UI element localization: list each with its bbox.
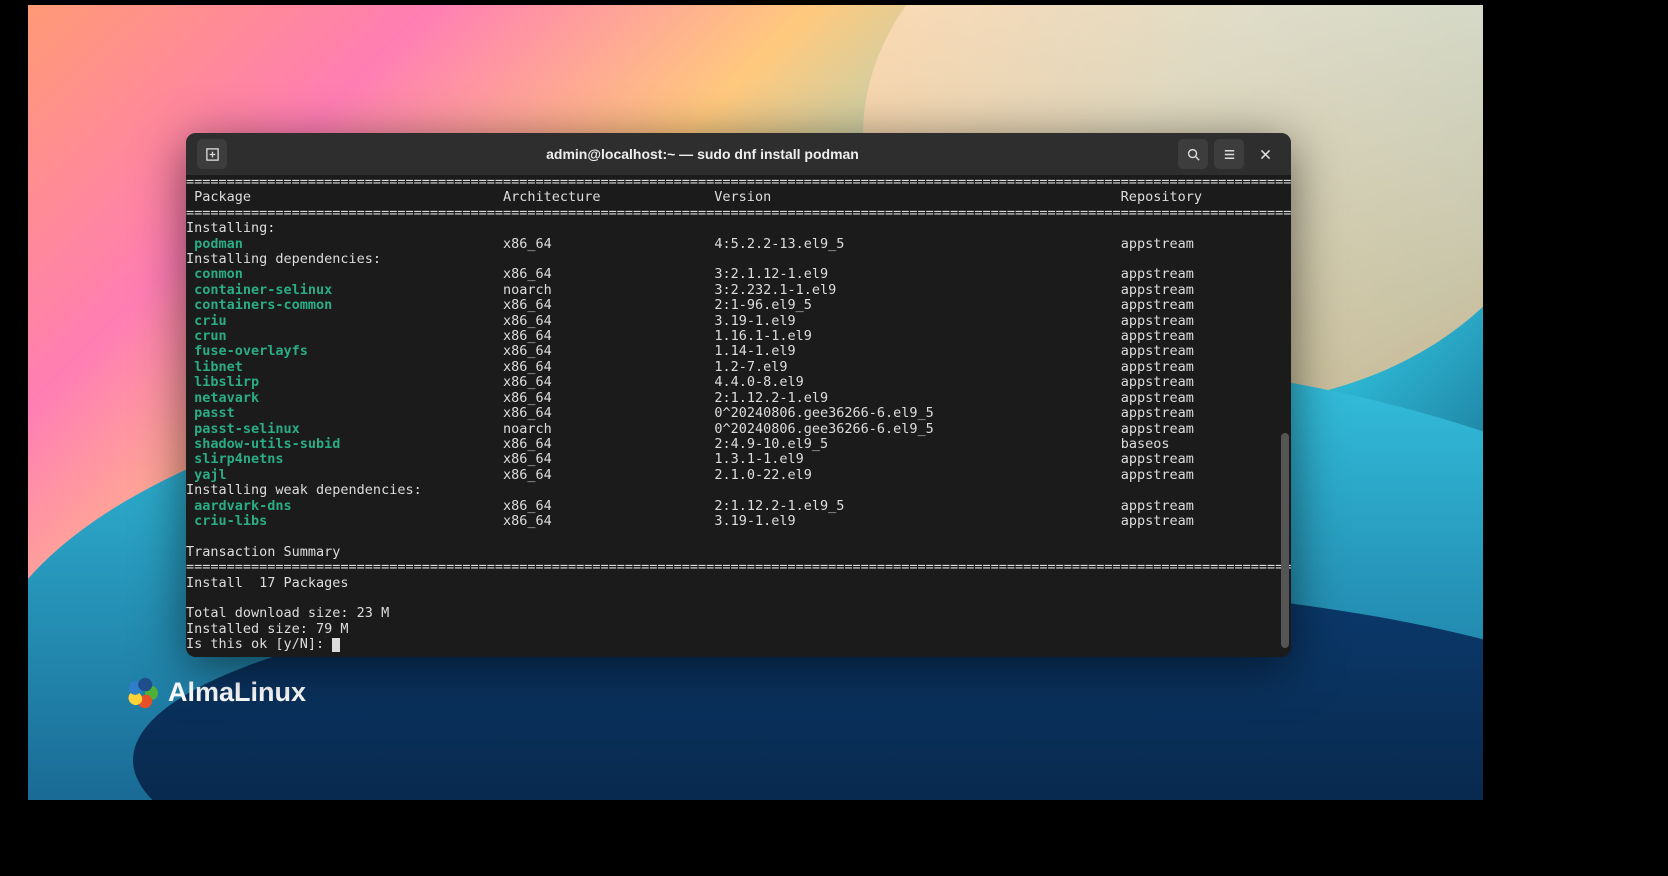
distro-logo: AlmaLinux [128, 677, 306, 708]
window-title: admin@localhost:~ — sudo dnf install pod… [230, 146, 1175, 162]
titlebar: admin@localhost:~ — sudo dnf install pod… [186, 133, 1291, 175]
terminal-cursor [332, 638, 340, 652]
desktop-background: AlmaLinux admin@localhost:~ — sudo dnf i… [28, 5, 1483, 800]
scrollbar-thumb[interactable] [1281, 433, 1289, 648]
search-icon [1186, 147, 1201, 162]
close-icon [1259, 148, 1272, 161]
menu-button[interactable] [1214, 139, 1244, 169]
close-button[interactable] [1250, 139, 1280, 169]
distro-name: AlmaLinux [168, 677, 306, 708]
new-tab-button[interactable] [197, 139, 227, 169]
terminal-body[interactable]: ========================================… [186, 175, 1291, 657]
terminal-window: admin@localhost:~ — sudo dnf install pod… [186, 133, 1291, 657]
hamburger-icon [1222, 147, 1237, 162]
almalinux-logo-icon [128, 678, 158, 708]
new-tab-icon [205, 147, 220, 162]
search-button[interactable] [1178, 139, 1208, 169]
